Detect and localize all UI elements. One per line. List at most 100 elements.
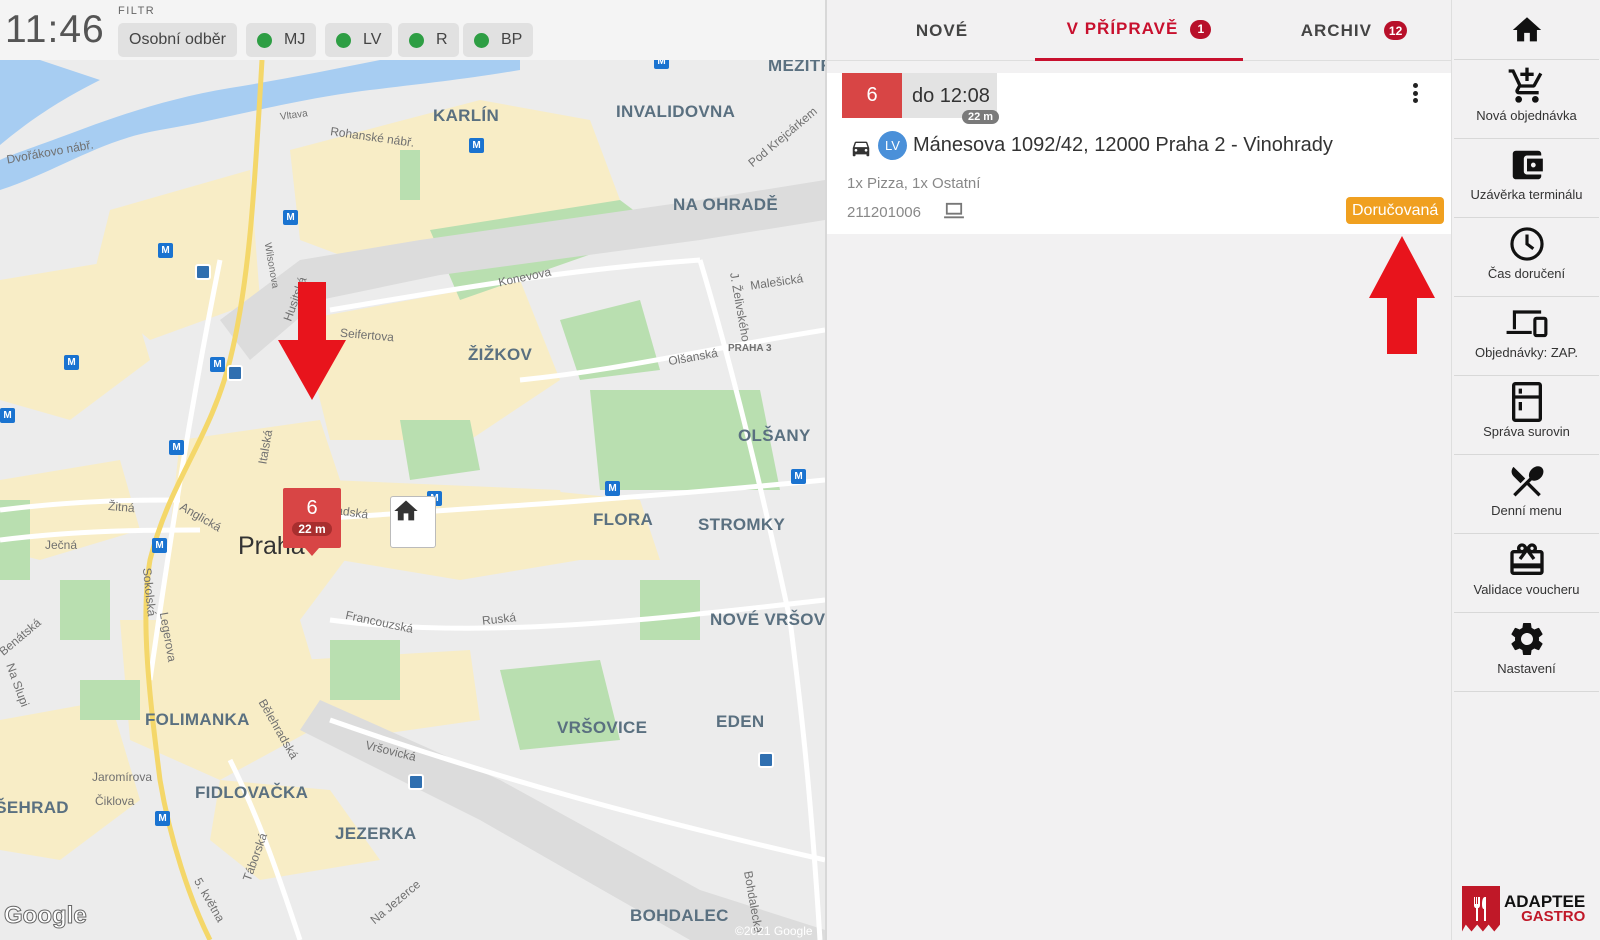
filter-chip-mj[interactable]: MJ	[246, 23, 317, 57]
train-station-icon	[195, 264, 211, 280]
metro-icon: M	[169, 440, 184, 455]
laptop-icon	[944, 202, 964, 219]
map-label: NA OHRADĚ	[673, 195, 779, 214]
tab-count-badge: 1	[1190, 19, 1212, 39]
car-icon	[852, 141, 870, 157]
sidebar: Nová objednávka Uzávěrka terminálu Čas d…	[1451, 0, 1600, 940]
clock-icon	[1509, 227, 1544, 261]
gear-icon	[1510, 623, 1543, 655]
sidebar-item-settings[interactable]: Nastavení	[1454, 613, 1599, 692]
train-station-icon	[227, 365, 243, 381]
order-address: Mánesova 1092/42, 12000 Praha 2 - Vinohr…	[913, 134, 1333, 156]
map-label: OLŠANY	[738, 426, 811, 445]
metro-icon: M	[791, 469, 806, 484]
order-distance: 22 m	[962, 110, 1000, 124]
restaurant-home-pin[interactable]	[390, 496, 436, 548]
chip-label: R	[436, 31, 448, 48]
filter-chip-lv[interactable]: LV	[325, 23, 393, 57]
marker-number: 6	[306, 497, 318, 519]
map[interactable]: KARLÍN INVALIDOVNA NA OHRADĚ ŽIŽKOV OLŠA…	[0, 60, 825, 940]
status-dot-icon	[336, 32, 351, 48]
brand-logo: ADAPTEE GASTRO	[1462, 885, 1597, 932]
metro-icon: M	[283, 210, 298, 225]
sidebar-item-label: Čas doručení	[1487, 266, 1566, 281]
filter-chip-bp[interactable]: BP	[463, 23, 534, 57]
metro-icon: M	[155, 811, 170, 826]
app: 11:46 FILTR Osobní odběr MJ LV R BP KARL…	[0, 0, 1600, 940]
more-options-icon[interactable]	[1407, 81, 1423, 105]
tab-new[interactable]: NOVÉ	[847, 0, 1037, 61]
metro-icon: M	[605, 481, 620, 496]
tab-in-preparation[interactable]: V PŘÍPRAVĚ 1	[1035, 0, 1243, 61]
metro-icon: M	[158, 243, 173, 258]
metro-icon: M	[210, 357, 225, 372]
chip-label: BP	[501, 31, 523, 48]
metro-icon: M	[469, 138, 484, 153]
street-label: Žitná	[107, 498, 136, 516]
map-label: VRŠOVICE	[557, 718, 648, 737]
order-number: 6	[842, 73, 902, 118]
filter-bar: 11:46 FILTR Osobní odběr MJ LV R BP	[0, 0, 825, 60]
order-deadline: do 12:08	[912, 85, 990, 107]
map-label: ŽIŽKOV	[468, 345, 533, 364]
sidebar-item-new-order[interactable]: Nová objednávka	[1454, 60, 1599, 139]
fridge-icon	[1511, 382, 1542, 422]
sidebar-item-ingredients[interactable]: Správa surovin	[1454, 376, 1599, 455]
cart-plus-icon	[1508, 67, 1542, 103]
map-label: FIDLOVAČKA	[195, 783, 309, 802]
tab-label: ARCHIV	[1300, 20, 1372, 40]
brand-subname: GASTRO	[1521, 907, 1586, 925]
status-badge[interactable]: Doručovaná	[1346, 197, 1445, 224]
sidebar-item-terminal-closing[interactable]: Uzávěrka terminálu	[1454, 139, 1599, 218]
fork-knife-icon	[1462, 885, 1500, 932]
utensils-icon	[1511, 466, 1543, 497]
metro-icon: M	[0, 408, 15, 423]
sidebar-item-label: Nastavení	[1497, 661, 1556, 676]
sidebar-item-orders-toggle[interactable]: Objednávky: ZAP.	[1454, 297, 1599, 376]
annotation-arrow-up-icon	[1369, 236, 1435, 354]
sidebar-item-label: Nová objednávka	[1476, 108, 1577, 123]
street-label: PRAHA 3	[728, 343, 772, 354]
home-icon	[394, 500, 418, 521]
train-station-icon	[758, 752, 774, 768]
map-label: KARLÍN	[433, 106, 500, 125]
map-label: FOLIMANKA	[145, 710, 250, 729]
filter-label: FILTR	[118, 5, 156, 17]
street-label: Jaromírova	[92, 770, 153, 784]
sidebar-item-label: Denní menu	[1491, 503, 1562, 518]
tab-label: NOVÉ	[915, 20, 969, 40]
street-label: Čiklova	[95, 794, 135, 808]
orders-panel: NOVÉ V PŘÍPRAVĚ 1 ARCHIV 12 6 do 12:08 2…	[827, 0, 1451, 940]
marker-distance: 22 m	[292, 522, 332, 536]
chip-label: Osobní odběr	[129, 31, 226, 48]
order-tabs: NOVÉ V PŘÍPRAVĚ 1 ARCHIV 12	[827, 0, 1451, 61]
map-label: STROMKY	[698, 515, 786, 534]
sidebar-item-home[interactable]	[1454, 0, 1599, 60]
map-copyright: ©2021 Google	[735, 924, 813, 938]
sidebar-item-voucher-validation[interactable]: Validace voucheru	[1454, 534, 1599, 613]
tab-count-badge: 12	[1383, 21, 1408, 40]
filter-chip-pickup[interactable]: Osobní odběr	[118, 23, 237, 57]
filter-chip-r[interactable]: R	[398, 23, 459, 57]
order-card[interactable]: 6 do 12:08 22 m LV Mánesova 1092/42, 120…	[827, 73, 1451, 234]
map-label: VYŠEHRAD	[0, 798, 69, 817]
map-label: FLORA	[593, 510, 654, 529]
brand-name: ADAPTEE	[1504, 891, 1586, 911]
metro-icon: M	[64, 355, 79, 370]
map-label: INVALIDOVNA	[616, 102, 736, 121]
order-items: 1x Pizza, 1x Ostatní	[847, 175, 981, 192]
sidebar-item-label: Uzávěrka terminálu	[1470, 187, 1583, 202]
sidebar-item-label: Správa surovin	[1483, 424, 1570, 439]
home-icon	[1512, 17, 1541, 42]
order-marker[interactable]: 6 22 m	[283, 488, 341, 556]
sidebar-item-delivery-time[interactable]: Čas doručení	[1454, 218, 1599, 297]
train-station-icon	[408, 774, 424, 790]
google-logo: Google	[4, 902, 88, 930]
tab-archive[interactable]: ARCHIV 12	[1259, 0, 1449, 61]
status-dot-icon	[257, 32, 272, 48]
map-label: BOHDALEC	[630, 906, 729, 925]
street-label: Ječná	[45, 538, 78, 552]
gift-card-icon	[1509, 543, 1544, 575]
map-label: EDEN	[716, 712, 765, 731]
sidebar-item-daily-menu[interactable]: Denní menu	[1454, 455, 1599, 534]
